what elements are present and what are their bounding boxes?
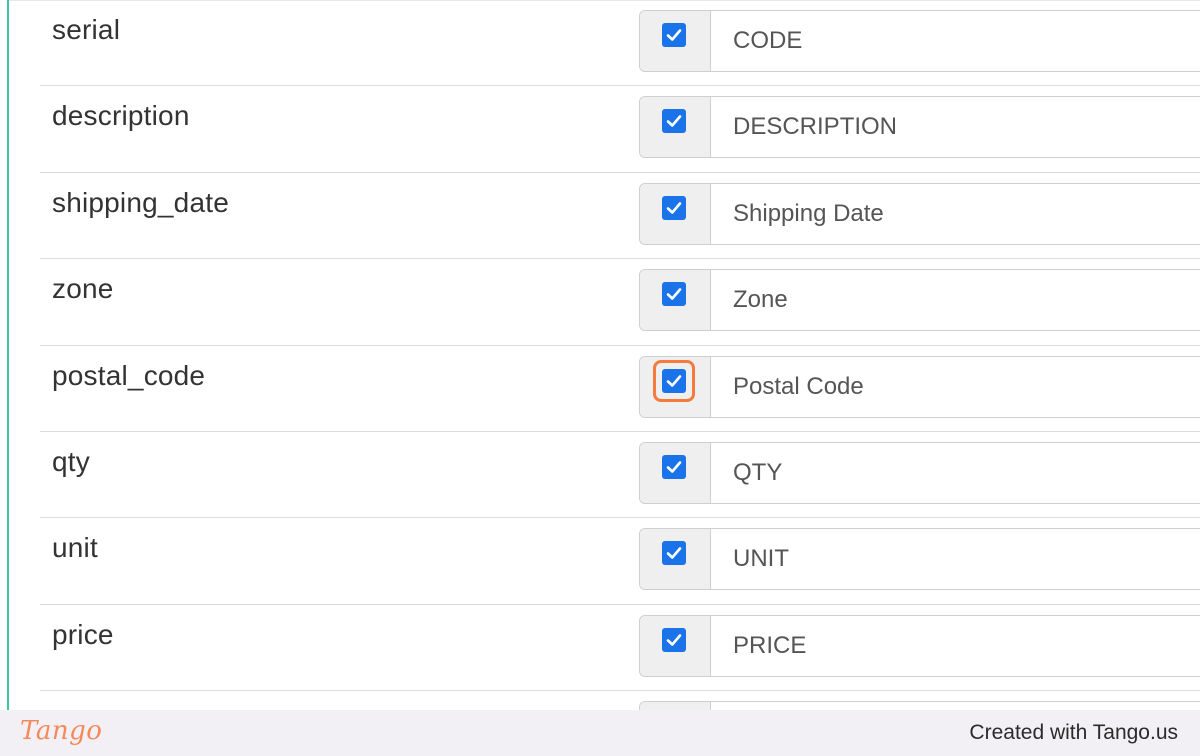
checkbox-addon [640, 702, 711, 710]
field-name: price [52, 618, 114, 650]
click-highlight-ring [653, 359, 695, 402]
include-checkbox[interactable] [662, 282, 686, 307]
include-checkbox[interactable] [662, 627, 686, 652]
field-row: description [40, 86, 1200, 173]
checkmark-icon [666, 547, 682, 560]
include-field-control [639, 10, 1200, 72]
include-checkbox[interactable] [662, 195, 686, 220]
field-name: shipping_date [52, 186, 229, 218]
include-field-control [639, 269, 1200, 332]
tango-logo[interactable]: Tango [20, 716, 102, 746]
checkbox-addon [640, 615, 711, 676]
footer: Tango Created with Tango.us [0, 710, 1200, 756]
field-list: serial description shipping_datezone postal… [40, 0, 1200, 710]
field-row: postal_code [40, 346, 1200, 432]
checkbox-addon [640, 97, 711, 158]
checkmark-icon [666, 201, 682, 214]
include-checkbox[interactable] [662, 109, 686, 134]
field-name: serial [52, 14, 121, 45]
field-mapping-panel: serial description shipping_datezone postal… [0, 0, 1200, 710]
checkbox-addon [640, 11, 711, 71]
field-name: zone [52, 273, 114, 305]
field-row: unit [40, 518, 1200, 605]
created-with-credit[interactable]: Created with Tango.us [969, 721, 1178, 745]
checkbox-addon [640, 270, 711, 331]
column-label-input[interactable] [711, 97, 1200, 158]
checkbox-addon [640, 183, 711, 244]
include-field-control [639, 182, 1200, 245]
checkbox-addon [640, 442, 711, 503]
field-name: qty [52, 445, 90, 477]
checkmark-icon [666, 633, 682, 646]
field-row: shipping_date [40, 173, 1200, 260]
field-name: unit [52, 532, 98, 564]
checkbox-addon [640, 529, 711, 590]
column-label-input[interactable] [711, 442, 1200, 503]
include-checkbox[interactable] [662, 541, 686, 566]
field-name: postal_code [52, 359, 206, 391]
include-field-control [639, 441, 1200, 504]
include-checkbox[interactable] [662, 23, 686, 47]
checkmark-icon [666, 29, 682, 41]
column-label-input[interactable] [711, 702, 1200, 710]
field-row: price [40, 605, 1200, 692]
include-field-control [639, 701, 1200, 710]
include-field-control [639, 96, 1200, 159]
accent-bar [7, 0, 9, 710]
include-field-control [639, 614, 1200, 677]
column-label-input[interactable] [711, 270, 1200, 331]
checkmark-icon [666, 288, 682, 300]
checkmark-icon [666, 461, 682, 473]
field-row: serial [40, 0, 1200, 87]
column-label-input[interactable] [711, 529, 1200, 590]
include-field-control [639, 528, 1200, 591]
include-field-control [639, 355, 1200, 418]
column-label-input[interactable] [711, 356, 1200, 417]
column-label-input[interactable] [711, 183, 1200, 244]
column-label-input[interactable] [711, 11, 1200, 71]
field-row: zone [40, 259, 1200, 346]
checkmark-icon [666, 115, 682, 128]
checkbox-addon [640, 356, 711, 417]
field-row [40, 691, 1200, 710]
field-row: qty [40, 432, 1200, 519]
column-label-input[interactable] [711, 615, 1200, 676]
field-name: description [52, 100, 190, 132]
include-checkbox[interactable] [662, 454, 686, 479]
